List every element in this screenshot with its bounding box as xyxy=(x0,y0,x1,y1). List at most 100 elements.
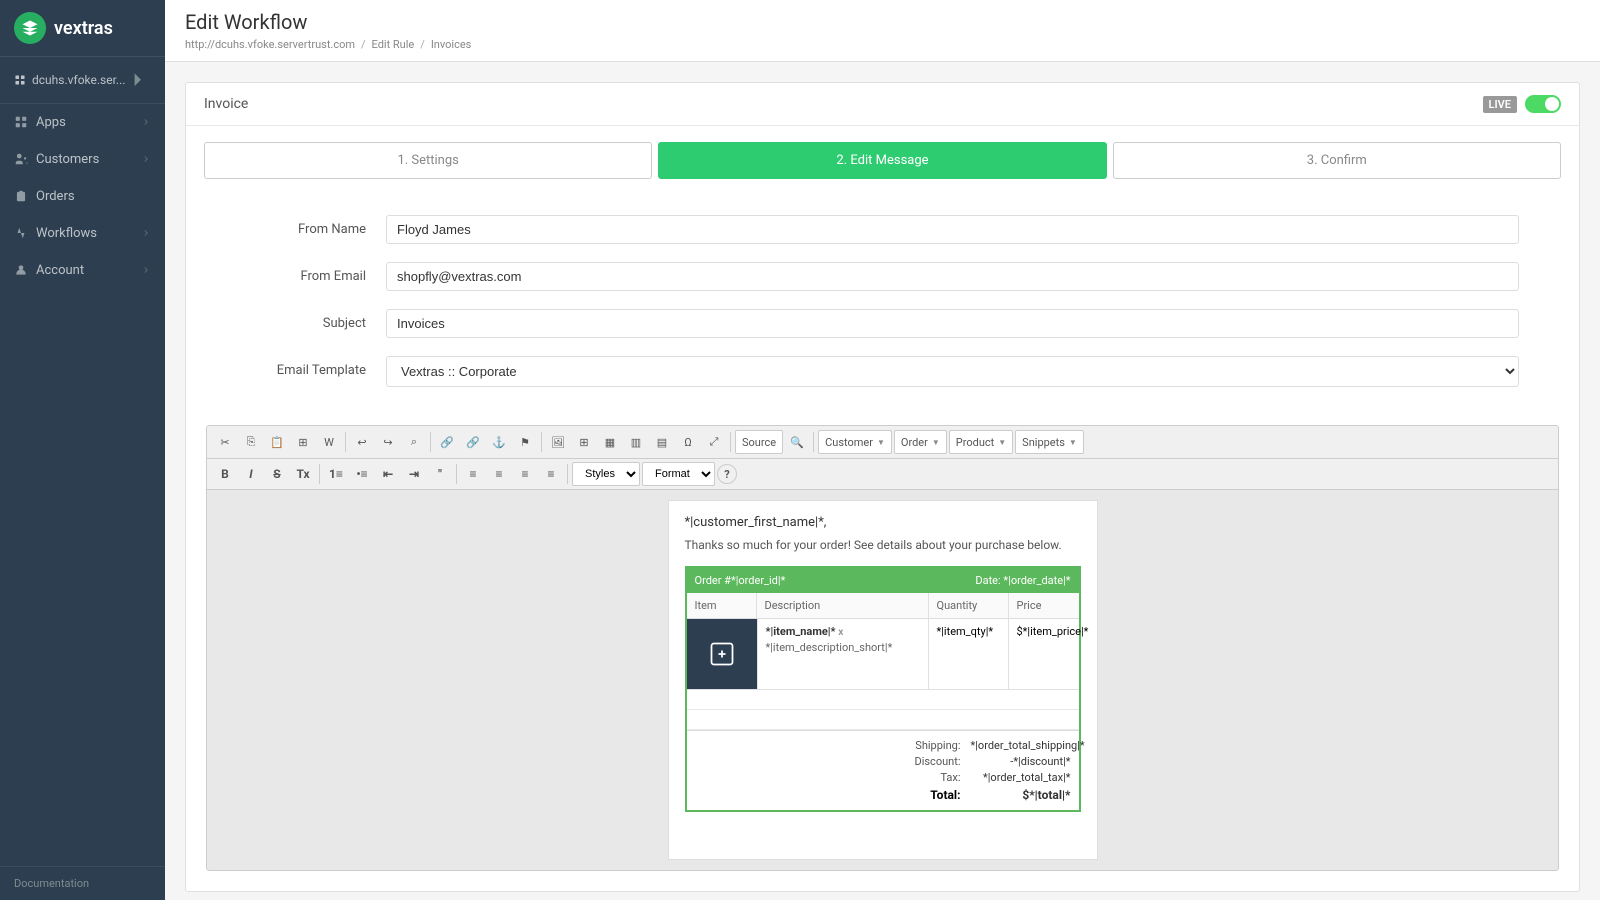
tb-undo-btn[interactable]: ↩ xyxy=(350,430,374,454)
tb-source2-btn[interactable]: 🔍 xyxy=(785,430,809,454)
page-title: Edit Workflow xyxy=(185,10,1580,34)
sidebar: vextras dcuhs.vfoke.ser... Apps Customer… xyxy=(0,0,165,900)
tb-link-btn[interactable]: 🔗 xyxy=(435,430,459,454)
tb-sep4 xyxy=(730,432,731,452)
from-name-input[interactable] xyxy=(386,215,1519,244)
tb-anchor-btn[interactable]: ⚓ xyxy=(487,430,511,454)
breadcrumb-invoices[interactable]: Invoices xyxy=(431,38,472,51)
email-template-select[interactable]: Vextras :: Corporate xyxy=(386,356,1519,387)
tb2-italic-btn[interactable]: I xyxy=(239,462,263,486)
invoice-totals: Shipping: *|order_total_shipping|* Disco… xyxy=(687,730,1079,810)
item-description: *|item_name|* x *|item_description_short… xyxy=(757,619,929,689)
grand-total-row: Total: $*|total|* xyxy=(695,788,1071,802)
sidebar-footer-docs[interactable]: Documentation xyxy=(0,866,165,900)
invoice-empty-row2 xyxy=(687,710,1079,730)
tb2-help-btn[interactable]: ? xyxy=(717,464,737,484)
tb-sep3 xyxy=(541,432,542,452)
col-item: Item xyxy=(687,593,757,618)
breadcrumb: http://dcuhs.vfoke.servertrust.com / Edi… xyxy=(185,38,1580,51)
tb-maximize-btn[interactable]: ⤢ xyxy=(702,430,726,454)
invoice-line-item: *|item_name|* x *|item_description_short… xyxy=(687,619,1079,690)
item-detail: *|item_description_short|* xyxy=(766,641,920,654)
from-name-row: From Name xyxy=(246,215,1519,244)
tb2-bold-btn[interactable]: B xyxy=(213,462,237,486)
from-email-label: From Email xyxy=(246,262,366,284)
tb-image-btn[interactable]: 🖼 xyxy=(546,430,570,454)
tb2-align-justify-btn[interactable]: ≡ xyxy=(539,462,563,486)
step-edit-message[interactable]: 2. Edit Message xyxy=(658,142,1106,179)
shipping-row: Shipping: *|order_total_shipping|* xyxy=(695,739,1071,752)
tb-find-btn[interactable]: ⌕ xyxy=(402,430,426,454)
sidebar-item-workflows[interactable]: Workflows xyxy=(0,215,165,252)
tb2-align-right-btn[interactable]: ≡ xyxy=(513,462,537,486)
tb-table3-btn[interactable]: ▥ xyxy=(624,430,648,454)
live-toggle-switch[interactable] xyxy=(1525,95,1561,113)
tb2-indent-btn[interactable]: ⇥ xyxy=(402,462,426,486)
col-desc: Description xyxy=(757,593,929,618)
tb-customer-dropdown[interactable]: Customer ▼ xyxy=(818,430,892,454)
tb-sep1 xyxy=(345,432,346,452)
sidebar-label-account: Account xyxy=(36,263,84,278)
tb-flag-btn[interactable]: ⚑ xyxy=(513,430,537,454)
from-name-label: From Name xyxy=(246,215,366,237)
discount-row: Discount: -*|discount|* xyxy=(695,755,1071,768)
tb-product-dropdown[interactable]: Product ▼ xyxy=(949,430,1013,454)
tb-snippets-dropdown[interactable]: Snippets ▼ xyxy=(1015,430,1084,454)
editor-content-area[interactable]: *|customer_first_name|*, Thanks so much … xyxy=(207,490,1558,870)
tb2-ul-btn[interactable]: •≡ xyxy=(350,462,374,486)
tb-cut-btn[interactable]: ✂ xyxy=(213,430,237,454)
invoice-table: Order #*|order_id|* Date: *|order_date|*… xyxy=(685,566,1081,812)
tb-special-char-btn[interactable]: Ω xyxy=(676,430,700,454)
tb-order-dropdown[interactable]: Order ▼ xyxy=(894,430,947,454)
email-preview: *|customer_first_name|*, Thanks so much … xyxy=(668,500,1098,860)
sidebar-label-workflows: Workflows xyxy=(36,226,97,241)
invoice-panel-title: Invoice xyxy=(204,96,248,112)
tb2-blockquote-btn[interactable]: " xyxy=(428,462,452,486)
tb-table4-btn[interactable]: ▤ xyxy=(650,430,674,454)
tb2-sep3 xyxy=(567,464,568,484)
breadcrumb-base-url[interactable]: http://dcuhs.vfoke.servertrust.com xyxy=(185,38,355,51)
from-email-input[interactable] xyxy=(386,262,1519,291)
tb2-format-select[interactable]: Format xyxy=(642,462,715,486)
item-image xyxy=(687,619,757,689)
sidebar-item-customers[interactable]: Customers xyxy=(0,141,165,178)
tb-table-btn[interactable]: ⊞ xyxy=(572,430,596,454)
email-thanks: Thanks so much for your order! See detai… xyxy=(685,538,1081,552)
email-editor: ✂ ⎘ 📋 ⊞ W ↩ ↪ ⌕ 🔗 🔗 ⚓ ⚑ 🖼 ⊞ xyxy=(206,425,1559,871)
sidebar-item-apps[interactable]: Apps xyxy=(0,104,165,141)
tb2-outdent-btn[interactable]: ⇤ xyxy=(376,462,400,486)
tb-source-dropdown[interactable]: Source xyxy=(735,430,783,454)
tb2-ol-btn[interactable]: 1≡ xyxy=(324,462,348,486)
live-toggle-group: LIVE xyxy=(1483,95,1561,113)
tb2-align-left-btn[interactable]: ≡ xyxy=(461,462,485,486)
tb-table2-btn[interactable]: ▦ xyxy=(598,430,622,454)
tb2-strike-btn[interactable]: S xyxy=(265,462,289,486)
email-body-text: *|customer_first_name|*, Thanks so much … xyxy=(669,501,1097,826)
invoice-panel-header: Invoice LIVE xyxy=(186,83,1579,126)
subject-input[interactable] xyxy=(386,309,1519,338)
tb2-align-center-btn[interactable]: ≡ xyxy=(487,462,511,486)
tb2-clear-btn[interactable]: Tx xyxy=(291,462,315,486)
logo-text: vextras xyxy=(54,18,113,39)
step-confirm[interactable]: 3. Confirm xyxy=(1113,142,1561,179)
tb-copy-btn[interactable]: ⎘ xyxy=(239,430,263,454)
page-header: Edit Workflow http://dcuhs.vfoke.servert… xyxy=(165,0,1600,62)
sidebar-item-orders[interactable]: Orders xyxy=(0,178,165,215)
breadcrumb-edit-rule[interactable]: Edit Rule xyxy=(372,38,415,51)
email-form: From Name From Email Subject Email Templ… xyxy=(186,195,1579,425)
invoice-empty-row1 xyxy=(687,690,1079,710)
tb2-styles-select[interactable]: Styles xyxy=(572,462,640,486)
tb-paste-word-btn[interactable]: W xyxy=(317,430,341,454)
email-greeting: *|customer_first_name|*, xyxy=(685,515,1081,530)
tb-paste-text-btn[interactable]: ⊞ xyxy=(291,430,315,454)
store-name: dcuhs.vfoke.ser... xyxy=(32,73,125,87)
tb-redo-btn[interactable]: ↪ xyxy=(376,430,400,454)
item-qty: *|item_qty|* xyxy=(929,619,1009,689)
sidebar-item-account[interactable]: Account xyxy=(0,252,165,289)
step-settings[interactable]: 1. Settings xyxy=(204,142,652,179)
sidebar-store-selector[interactable]: dcuhs.vfoke.ser... xyxy=(0,57,165,104)
tb-unlink-btn[interactable]: 🔗 xyxy=(461,430,485,454)
tb2-sep1 xyxy=(319,464,320,484)
tb-paste-btn[interactable]: 📋 xyxy=(265,430,289,454)
main-content: Edit Workflow http://dcuhs.vfoke.servert… xyxy=(165,0,1600,900)
